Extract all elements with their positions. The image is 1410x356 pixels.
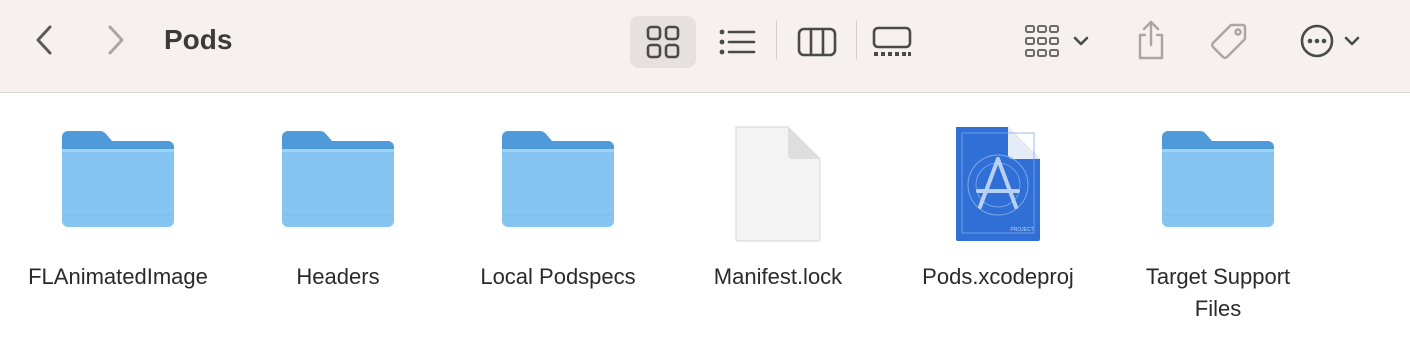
column-view-button[interactable] (792, 20, 842, 64)
gallery-view-button[interactable] (866, 20, 918, 64)
list-icon (719, 29, 756, 55)
toolbar: Pods (0, 0, 1410, 93)
icon-view-button[interactable] (638, 20, 688, 64)
toolbar-separator (776, 20, 777, 60)
project-badge: PROJECT (1010, 227, 1033, 233)
grid-icon (646, 25, 680, 59)
chevron-down-icon (1344, 36, 1360, 46)
file-item-document[interactable]: Manifest.lock (668, 93, 888, 356)
file-item-xcodeproj[interactable]: PROJECT Pods.xcodeproj (888, 93, 1108, 356)
chevron-left-icon (36, 25, 52, 55)
folder-icon (448, 123, 668, 243)
document-icon (668, 123, 888, 243)
folder-icon (8, 123, 228, 243)
file-name: Target Support Files (1145, 264, 1291, 321)
back-button[interactable] (22, 18, 66, 62)
file-item-folder[interactable]: Target Support Files (1108, 93, 1328, 356)
file-name: Headers (296, 264, 380, 289)
xcodeproj-icon: PROJECT (888, 123, 1108, 243)
folder-icon (1108, 123, 1328, 243)
file-name: Local Podspecs (480, 264, 636, 289)
forward-button[interactable] (94, 18, 138, 62)
ellipsis-circle-icon (1300, 24, 1334, 58)
folder-icon (228, 123, 448, 243)
list-view-button[interactable] (712, 20, 762, 64)
file-item-folder[interactable]: Headers (228, 93, 448, 356)
file-name: Manifest.lock (713, 264, 843, 289)
tag-icon (1211, 23, 1247, 59)
file-item-folder[interactable]: FLAnimatedImage (8, 93, 228, 356)
toolbar-separator (856, 20, 857, 60)
file-grid: FLAnimatedImage Headers Local Podspecs M… (0, 93, 1410, 356)
group-grid-icon (1025, 25, 1059, 57)
gallery-icon (872, 26, 912, 56)
more-actions-button[interactable] (1294, 18, 1366, 64)
group-button[interactable] (1016, 18, 1096, 64)
chevron-right-icon (108, 25, 124, 55)
file-name: Pods.xcodeproj (922, 264, 1074, 289)
file-item-folder[interactable]: Local Podspecs (448, 93, 668, 356)
tag-button[interactable] (1206, 18, 1252, 64)
chevron-down-icon (1073, 36, 1089, 46)
window-title: Pods (164, 24, 233, 55)
columns-icon (797, 27, 837, 57)
share-button[interactable] (1130, 16, 1172, 64)
file-name: FLAnimatedImage (28, 264, 208, 289)
share-icon (1138, 20, 1164, 60)
